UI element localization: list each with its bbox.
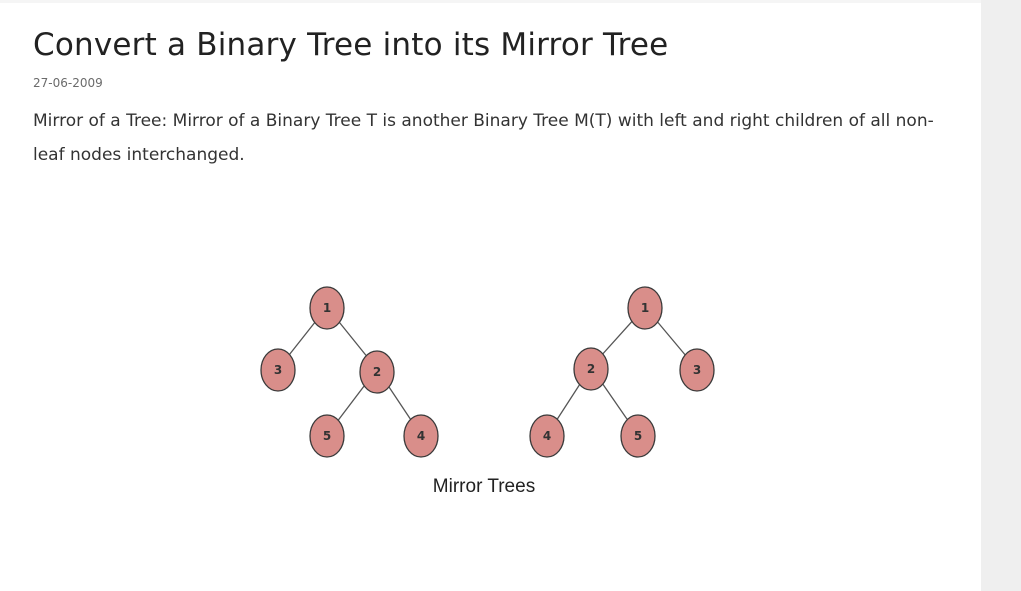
svg-text:2: 2 [587, 362, 595, 376]
svg-text:3: 3 [274, 363, 282, 377]
mirror-node-left-left: 4 [529, 414, 565, 458]
svg-text:4: 4 [417, 429, 425, 443]
svg-text:1: 1 [641, 301, 649, 315]
original-node-left: 3 [260, 348, 296, 392]
original-node-right: 2 [359, 350, 395, 394]
original-node-right-left: 5 [309, 414, 345, 458]
article-card: Convert a Binary Tree into its Mirror Tr… [0, 3, 981, 591]
svg-text:4: 4 [543, 429, 551, 443]
mirror-trees-diagram: 1 3 2 5 4 1 2 3 4 5 [260, 286, 715, 458]
original-node-root: 1 [309, 286, 345, 330]
original-node-right-right: 4 [403, 414, 439, 458]
svg-text:2: 2 [373, 365, 381, 379]
svg-text:3: 3 [693, 363, 701, 377]
right-sidebar [981, 0, 1021, 591]
figure-caption: Mirror Trees [432, 476, 536, 497]
mirror-node-right: 3 [679, 348, 715, 392]
article-description: Mirror of a Tree: Mirror of a Binary Tre… [33, 111, 934, 165]
svg-text:5: 5 [634, 429, 642, 443]
mirror-node-root: 1 [627, 286, 663, 330]
publish-date: 27-06-2009 [33, 76, 103, 90]
page-title: Convert a Binary Tree into its Mirror Tr… [33, 27, 669, 63]
mirror-node-left-right: 5 [620, 414, 656, 458]
svg-text:1: 1 [323, 301, 331, 315]
mirror-trees-figure: 1 3 2 5 4 1 2 3 4 5 Mirror Trees [230, 273, 750, 513]
svg-text:5: 5 [323, 429, 331, 443]
mirror-node-left: 2 [573, 347, 609, 391]
